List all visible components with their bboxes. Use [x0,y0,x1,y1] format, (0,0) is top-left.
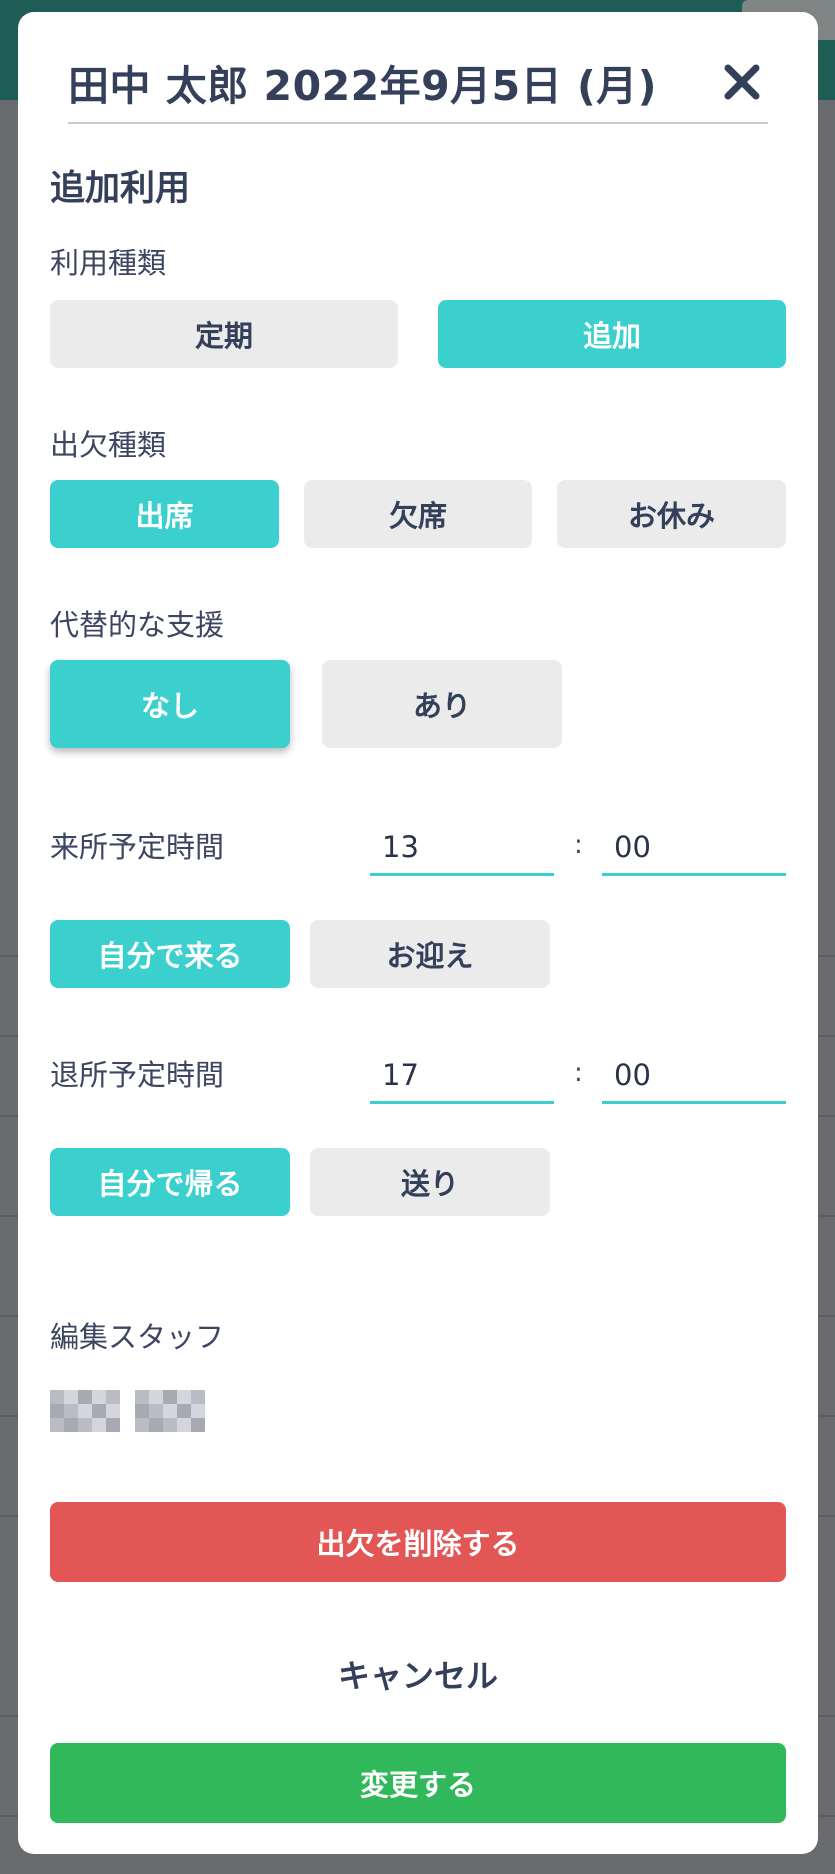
arrival-pickup-button[interactable]: お迎え [310,920,550,988]
close-icon [724,64,760,100]
cancel-button[interactable]: キャンセル [50,1640,786,1708]
alternative-support-yes-button[interactable]: あり [322,660,562,748]
usage-type-additional-button[interactable]: 追加 [438,300,786,368]
usage-type-label: 利用種類 [50,246,167,280]
departure-dropoff-button[interactable]: 送り [310,1148,550,1216]
edit-staff-label: 編集スタッフ [50,1320,225,1354]
submit-change-button[interactable]: 変更する [50,1743,786,1823]
modal-title: 田中 太郎 2022年9月5日 (月) [68,62,657,110]
departure-minute-input[interactable] [602,1048,786,1104]
modal-header: 田中 太郎 2022年9月5日 (月) [68,12,768,124]
staff-name-redacted [50,1390,120,1432]
usage-type-regular-button[interactable]: 定期 [50,300,398,368]
attendance-dayoff-button[interactable]: お休み [557,480,786,548]
close-button[interactable] [720,60,764,104]
arrival-minute-input[interactable] [602,820,786,876]
attendance-present-button[interactable]: 出席 [50,480,279,548]
arrival-time-label: 来所予定時間 [50,830,225,864]
departure-time-separator: : [574,1058,583,1088]
departure-time-label: 退所予定時間 [50,1058,225,1092]
arrival-hour-input[interactable] [370,820,554,876]
staff-name-redacted [135,1390,205,1432]
departure-self-button[interactable]: 自分で帰る [50,1148,290,1216]
attendance-absent-button[interactable]: 欠席 [304,480,532,548]
alternative-support-label: 代替的な支援 [50,608,225,642]
section-title: 追加利用 [50,169,191,209]
alternative-support-none-button[interactable]: なし [50,660,290,748]
attendance-type-label: 出欠種類 [50,428,167,462]
arrival-time-separator: : [574,830,583,860]
arrival-self-button[interactable]: 自分で来る [50,920,290,988]
delete-attendance-button[interactable]: 出欠を削除する [50,1502,786,1582]
departure-hour-input[interactable] [370,1048,554,1104]
